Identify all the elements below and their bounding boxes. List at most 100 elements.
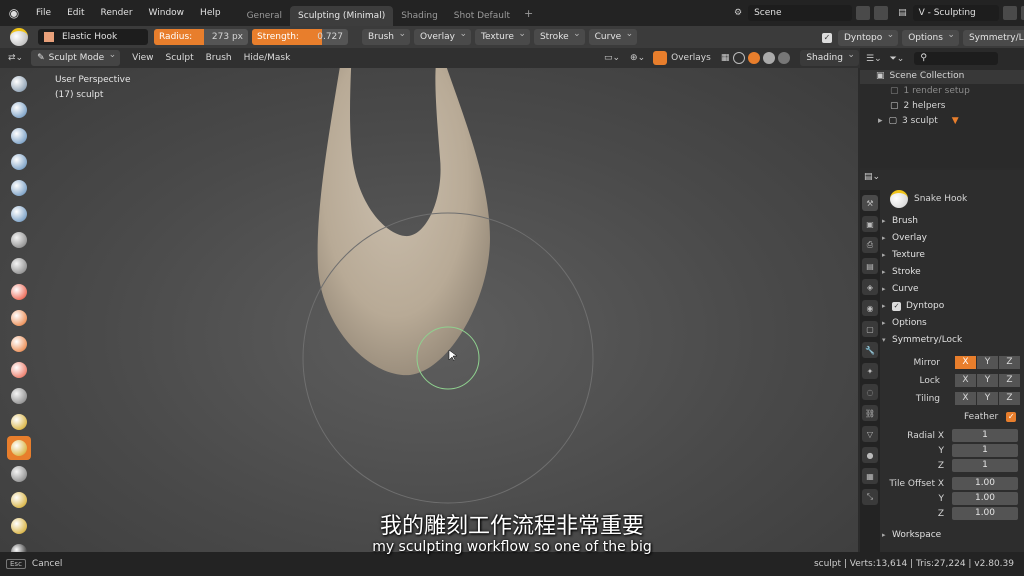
mirror-z-toggle[interactable]: Z <box>999 356 1020 369</box>
panel-brush[interactable]: ▸ Brush <box>882 213 1022 229</box>
symmetry-dropdown[interactable]: Symmetry/Lock <box>962 30 1024 46</box>
dyntopo-dropdown[interactable]: Dyntopo <box>838 27 899 46</box>
scene-field[interactable]: Scene <box>748 5 853 21</box>
editor-type-icon[interactable]: ⇄⌄ <box>8 53 23 63</box>
panel-symmetry[interactable]: ▾ Symmetry/Lock <box>882 332 1022 348</box>
menu-edit[interactable]: Edit <box>59 0 92 26</box>
feather-checkbox[interactable]: ✓ <box>1006 412 1017 422</box>
tool-tab-icon[interactable]: ⚒ <box>862 195 878 211</box>
radial-y-field[interactable]: 1 <box>952 444 1018 457</box>
lock-x-toggle[interactable]: X <box>955 374 976 387</box>
brush-menu[interactable]: Brush <box>200 50 238 66</box>
gizmo-icon[interactable]: ⊕⌄ <box>630 53 645 63</box>
view-layer-field[interactable]: V - Sculpting <box>912 5 999 21</box>
world-tab-icon[interactable]: ◉ <box>862 300 878 316</box>
tool-smooth[interactable] <box>7 254 31 278</box>
tool-clay-strips[interactable] <box>7 124 31 148</box>
blender-logo-icon[interactable]: ◉ <box>0 0 28 26</box>
object-visibility-icon[interactable]: ▭⌄ <box>604 53 620 63</box>
radius-slider[interactable]: Radius: 273 px <box>154 29 248 45</box>
stroke-dropdown[interactable]: Stroke <box>533 26 585 45</box>
dyntopo-checkbox[interactable]: ✓ <box>822 33 832 43</box>
brush-dropdown[interactable]: Brush <box>362 26 410 45</box>
tab-shading[interactable]: Shading <box>393 6 446 26</box>
tab-general[interactable]: General <box>239 6 290 26</box>
shading-rendered-icon[interactable] <box>778 52 791 64</box>
tool-blob[interactable] <box>7 202 31 226</box>
collection-render-setup[interactable]: 1 render setup <box>904 86 970 96</box>
tool-pinch[interactable] <box>7 358 31 382</box>
panel-stroke[interactable]: ▸ Stroke <box>882 264 1022 280</box>
filter-icon[interactable]: ⏷⌄ <box>890 54 905 64</box>
strength-slider[interactable]: Strength: 0.727 <box>252 29 348 45</box>
panel-overlay[interactable]: ▸ Overlay <box>882 230 1022 246</box>
tool-flatten[interactable] <box>7 280 31 304</box>
scene-icon[interactable]: ⚙ <box>734 8 742 18</box>
3d-viewport[interactable]: User Perspective (17) sculpt <box>0 68 858 552</box>
menu-help[interactable]: Help <box>192 0 229 26</box>
tool-grab[interactable] <box>7 384 31 408</box>
active-brush-icon[interactable] <box>10 28 28 46</box>
radial-z-field[interactable]: 1 <box>952 459 1018 472</box>
view-menu[interactable]: View <box>126 50 159 66</box>
lock-y-toggle[interactable]: Y <box>977 374 998 387</box>
overlay-dropdown[interactable]: Overlay <box>413 26 471 45</box>
tile-offset-y-field[interactable]: 1.00 <box>952 492 1018 505</box>
tool-thumb[interactable] <box>7 462 31 486</box>
sculpt-menu[interactable]: Sculpt <box>160 50 200 66</box>
view-layer-tab-icon[interactable]: ▤ <box>862 258 878 274</box>
panel-texture[interactable]: ▸ Texture <box>882 247 1022 263</box>
menu-file[interactable]: File <box>28 0 59 26</box>
tiling-x-toggle[interactable]: X <box>955 392 976 405</box>
shading-material-icon[interactable] <box>763 52 776 64</box>
mirror-y-toggle[interactable]: Y <box>977 356 998 369</box>
panel-dyntopo[interactable]: ▸ ✓ Dyntopo <box>882 298 1022 314</box>
xray-icon[interactable]: ▦ <box>721 53 730 63</box>
tool-inflate[interactable] <box>7 176 31 200</box>
scene-tab-icon[interactable]: ◈ <box>862 279 878 295</box>
options-dropdown[interactable]: Options <box>902 27 959 46</box>
object-tab-icon[interactable]: ▢ <box>862 321 878 337</box>
tool-draw[interactable] <box>7 72 31 96</box>
tool-scrape[interactable] <box>7 332 31 356</box>
overlays-dropdown[interactable]: Overlays <box>671 53 711 63</box>
tile-offset-x-field[interactable]: 1.00 <box>952 477 1018 490</box>
sculpt-shape[interactable] <box>317 68 490 376</box>
properties-editor-icon[interactable]: ▤⌄ <box>864 172 880 182</box>
overlays-icon[interactable] <box>653 51 668 65</box>
tool-crease[interactable] <box>7 228 31 252</box>
modifier-tab-icon[interactable]: 🔧 <box>862 342 878 358</box>
lock-z-toggle[interactable]: Z <box>999 374 1020 387</box>
panel-curve[interactable]: ▸ Curve <box>882 281 1022 297</box>
material-tab-icon[interactable]: ● <box>862 447 878 463</box>
output-tab-icon[interactable]: ⎙ <box>862 237 878 253</box>
outliner-search-input[interactable]: ⚲ <box>914 52 999 65</box>
expand-icon[interactable]: ▸ <box>878 116 883 126</box>
shading-solid-icon[interactable] <box>748 52 761 64</box>
curve-dropdown[interactable]: Curve <box>588 26 638 45</box>
tool-clay[interactable] <box>7 98 31 122</box>
particles-tab-icon[interactable]: ✦ <box>862 363 878 379</box>
constraints-tab-icon[interactable]: ⛓ <box>862 405 878 421</box>
collection-helpers[interactable]: 2 helpers <box>904 101 946 111</box>
view-layer-new-icon[interactable] <box>1002 6 1017 20</box>
shading-dropdown[interactable]: Shading <box>800 47 859 66</box>
physics-tab-icon[interactable]: ◌ <box>862 384 878 400</box>
shading-wireframe-icon[interactable] <box>733 52 746 64</box>
view-layer-icon[interactable]: ▤ <box>898 8 907 18</box>
radial-x-field[interactable]: 1 <box>952 429 1018 442</box>
tool-layer[interactable] <box>7 150 31 174</box>
tool-snake-hook[interactable] <box>7 410 31 434</box>
tiling-z-toggle[interactable]: Z <box>999 392 1020 405</box>
scene-collection-label[interactable]: Scene Collection <box>890 71 965 81</box>
brush-selector[interactable]: Elastic Hook <box>38 29 148 45</box>
view-layer-delete-icon[interactable] <box>1020 6 1024 20</box>
data-tab-icon[interactable]: ▽ <box>862 426 878 442</box>
outliner-editor-icon[interactable]: ☰⌄ <box>866 54 882 64</box>
dyntopo-panel-checkbox[interactable]: ✓ <box>892 301 901 311</box>
texture-data-icon[interactable]: ⤡ <box>862 489 878 505</box>
tab-shot-default[interactable]: Shot Default <box>446 6 518 26</box>
texture-tab-icon[interactable]: ▦ <box>862 468 878 484</box>
tiling-y-toggle[interactable]: Y <box>977 392 998 405</box>
render-tab-icon[interactable]: ▣ <box>862 216 878 232</box>
